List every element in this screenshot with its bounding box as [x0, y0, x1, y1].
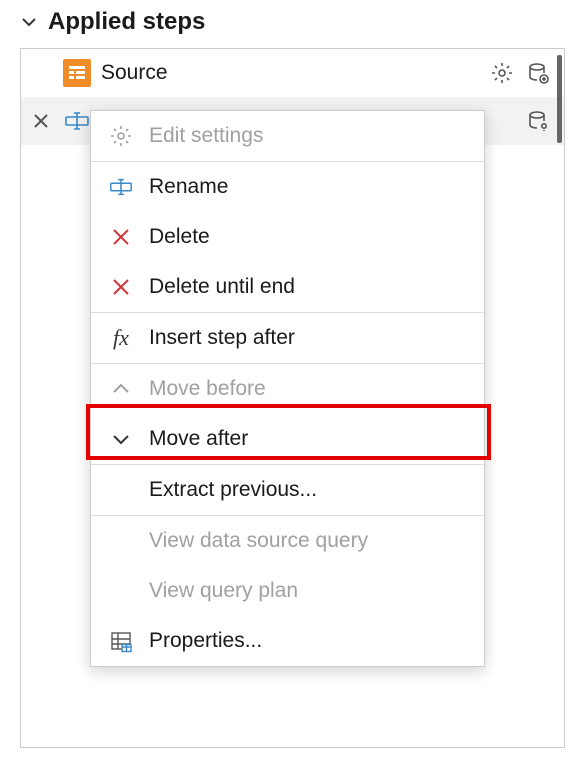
applied-steps-header[interactable]: Applied steps: [0, 0, 585, 48]
menu-label: Extract previous...: [149, 478, 317, 502]
menu-label: View data source query: [149, 529, 368, 553]
gear-icon: [107, 122, 135, 150]
menu-label: Delete until end: [149, 275, 295, 299]
blank-icon: [107, 476, 135, 504]
menu-edit-settings: Edit settings: [91, 111, 484, 161]
menu-label: Move after: [149, 427, 248, 451]
database-query-icon[interactable]: [524, 107, 552, 135]
menu-label: Properties...: [149, 629, 262, 653]
menu-label: Edit settings: [149, 124, 263, 148]
menu-label: Insert step after: [149, 326, 295, 350]
step-row-actions: [524, 107, 552, 135]
chevron-up-icon: [107, 375, 135, 403]
database-add-icon[interactable]: [524, 59, 552, 87]
menu-view-query-plan: View query plan: [91, 566, 484, 616]
menu-rename[interactable]: Rename: [91, 162, 484, 212]
menu-delete-until-end[interactable]: Delete until end: [91, 262, 484, 312]
chevron-down-icon: [107, 425, 135, 453]
menu-extract-previous[interactable]: Extract previous...: [91, 465, 484, 515]
step-row-actions: [488, 59, 552, 87]
menu-move-after[interactable]: Move after: [91, 414, 484, 464]
collapse-chevron-icon: [20, 13, 38, 31]
menu-label: Move before: [149, 377, 266, 401]
fx-icon: fx: [107, 324, 135, 352]
panel-title: Applied steps: [48, 8, 205, 36]
scrollbar-thumb[interactable]: [557, 55, 562, 143]
menu-properties[interactable]: Properties...: [91, 616, 484, 666]
step-label: Source: [101, 61, 478, 85]
step-context-menu: Edit settings Rename Delete Delete until…: [90, 110, 485, 667]
delete-x-icon: [107, 223, 135, 251]
settings-gear-icon[interactable]: [488, 59, 516, 87]
step-row-source[interactable]: Source: [21, 49, 564, 97]
menu-view-data-source-query: View data source query: [91, 516, 484, 566]
menu-label: View query plan: [149, 579, 298, 603]
delete-step-icon[interactable]: [29, 109, 53, 133]
source-step-icon: [63, 59, 91, 87]
rename-icon: [107, 173, 135, 201]
menu-label: Rename: [149, 175, 228, 199]
menu-insert-step-after[interactable]: fx Insert step after: [91, 313, 484, 363]
blank-icon: [107, 527, 135, 555]
properties-table-icon: [107, 627, 135, 655]
delete-x-icon: [107, 273, 135, 301]
blank-icon: [107, 577, 135, 605]
menu-move-before: Move before: [91, 364, 484, 414]
menu-label: Delete: [149, 225, 210, 249]
menu-delete[interactable]: Delete: [91, 212, 484, 262]
rename-columns-step-icon: [63, 107, 91, 135]
